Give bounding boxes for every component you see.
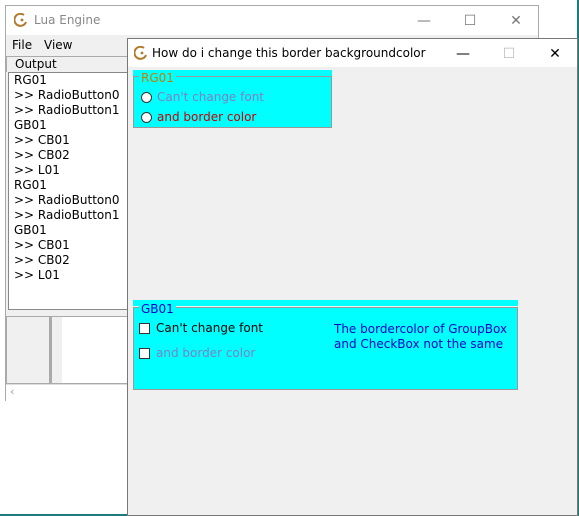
checkbox-label: Can't change font [156, 321, 264, 335]
checkbox-2[interactable]: and border color [139, 346, 255, 360]
dialog-close-button[interactable]: ✕ [532, 39, 578, 68]
gb01-caption: GB01 [139, 302, 176, 316]
list-item[interactable]: RG01 [9, 73, 131, 88]
dialog-title: How do i change this border backgroundco… [152, 46, 426, 60]
radio-circle-icon[interactable] [141, 111, 152, 123]
checkbox-label: and border color [156, 346, 256, 360]
dialog-maximize-button[interactable]: ☐ [486, 39, 532, 68]
close-icon: ✕ [549, 45, 561, 62]
dialog-titlebar[interactable]: How do i change this border backgroundco… [128, 39, 577, 67]
scroll-left-icon[interactable]: ‹ [10, 385, 14, 398]
list-item[interactable]: >> CB02 [9, 148, 131, 163]
lower-panel-pane [62, 317, 131, 383]
checkbox-1[interactable]: Can't change font [139, 321, 263, 335]
list-item[interactable]: GB01 [9, 223, 131, 238]
radio-option-label: Can't change font [157, 90, 265, 104]
list-item[interactable]: >> RadioButton1 [9, 103, 131, 118]
radio-option-1[interactable]: Can't change font [141, 90, 264, 104]
dialog-minimize-button[interactable]: — [440, 39, 486, 68]
dialog-app-icon [134, 46, 147, 60]
checkbox-icon[interactable] [139, 347, 150, 359]
radio-option-2[interactable]: and border color [141, 110, 256, 124]
list-item[interactable]: >> L01 [9, 268, 131, 283]
lua-minimize-button[interactable]: — [401, 6, 447, 35]
note-label: The bordercolor of GroupBox and CheckBox… [334, 322, 507, 352]
horizontal-scrollbar[interactable]: ‹ [6, 384, 132, 401]
maximize-icon: ☐ [463, 12, 477, 29]
note-line: and CheckBox not the same [334, 337, 504, 351]
list-item[interactable]: >> RadioButton1 [9, 208, 131, 223]
maximize-icon: ☐ [502, 45, 516, 62]
lua-titlebar[interactable]: Lua Engine — ☐ ✕ [6, 6, 538, 35]
minimize-icon: — [456, 45, 470, 62]
note-line: The bordercolor of GroupBox [334, 322, 508, 336]
list-item[interactable]: >> RadioButton0 [9, 193, 131, 208]
list-item[interactable]: GB01 [9, 118, 131, 133]
lua-close-button[interactable]: ✕ [493, 6, 539, 35]
lower-panel [6, 316, 132, 384]
lua-window-title: Lua Engine [34, 13, 101, 27]
radio-circle-icon[interactable] [141, 91, 152, 103]
gb01-top-strip [133, 300, 518, 306]
list-item[interactable]: >> CB01 [9, 133, 131, 148]
radio-option-label: and border color [157, 110, 257, 124]
rg01-caption: RG01 [139, 71, 176, 85]
close-icon: ✕ [510, 12, 522, 29]
output-label: Output [6, 56, 132, 72]
list-item[interactable]: >> CB02 [9, 253, 131, 268]
menu-view[interactable]: View [44, 38, 72, 52]
list-item[interactable]: RG01 [9, 178, 131, 193]
lua-maximize-button[interactable]: ☐ [447, 6, 493, 35]
menu-file[interactable]: File [12, 38, 32, 52]
lua-app-icon [14, 13, 27, 27]
checkbox-icon[interactable] [139, 322, 150, 334]
list-item[interactable]: >> L01 [9, 163, 131, 178]
panel-splitter[interactable] [49, 317, 52, 383]
dialog-window: How do i change this border backgroundco… [127, 38, 578, 516]
list-item[interactable]: >> RadioButton0 [9, 88, 131, 103]
minimize-icon: — [417, 12, 431, 29]
list-item[interactable]: >> CB01 [9, 238, 131, 253]
output-listbox[interactable]: RG01 >> RadioButton0 >> RadioButton1 GB0… [8, 72, 132, 310]
